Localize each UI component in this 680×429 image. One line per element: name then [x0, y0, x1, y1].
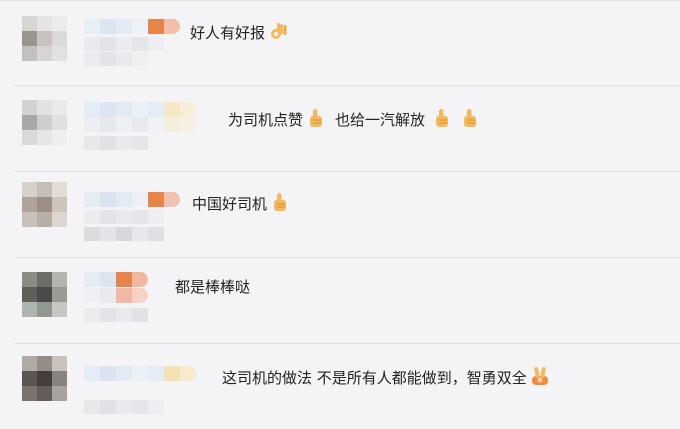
comment-text: 中国好司机 — [192, 191, 291, 214]
meta-blurred — [84, 400, 164, 414]
comment-text: 这司机的做法 不是所有人都能做到，智勇双全 — [222, 365, 551, 388]
thumbs-up-icon — [310, 109, 323, 127]
comment-body: 这司机的做法 不是所有人都能做到，智勇双全 — [222, 369, 527, 387]
ok-hand-icon — [271, 23, 287, 39]
comment-item: 都是棒棒哒 — [0, 258, 680, 344]
comment-item: 中国好司机 — [0, 172, 680, 258]
comment-body: 好人有好报 — [190, 24, 266, 42]
avatar[interactable] — [22, 356, 67, 401]
comment-body: 为司机点赞 — [228, 111, 304, 129]
comment-item: 好人有好报 — [0, 0, 680, 86]
comment-item: 为司机点赞 也给一汽解放 — [0, 86, 680, 172]
thumbs-up-icon — [464, 109, 477, 127]
thumbs-up-icon — [436, 109, 449, 127]
victory-hand-icon — [531, 367, 548, 385]
meta-blurred — [84, 37, 164, 51]
username-blurred[interactable] — [84, 102, 196, 117]
comment-body: 中国好司机 — [192, 195, 268, 213]
meta-blurred — [84, 52, 148, 66]
thumbs-up-icon — [274, 193, 287, 211]
avatar[interactable] — [22, 182, 67, 227]
avatar[interactable] — [22, 100, 67, 145]
meta-blurred — [84, 210, 164, 224]
avatar[interactable] — [22, 16, 67, 61]
username-blurred — [84, 288, 148, 303]
username-blurred[interactable] — [84, 192, 180, 207]
comment-body-suffix: 也给一汽解放 — [335, 111, 426, 129]
meta-blurred — [84, 227, 164, 241]
meta-blurred — [84, 308, 148, 322]
meta-blurred — [84, 136, 148, 150]
comment-text: 好人有好报 — [190, 20, 289, 43]
comment-text: 为司机点赞 也给一汽解放 — [228, 107, 481, 130]
comment-text: 都是棒棒哒 — [175, 277, 250, 297]
comment-item: 这司机的做法 不是所有人都能做到，智勇双全 — [0, 344, 680, 429]
username-blurred — [84, 117, 196, 132]
username-blurred[interactable] — [84, 19, 180, 34]
comment-body: 都是棒棒哒 — [175, 278, 251, 296]
avatar[interactable] — [22, 272, 67, 317]
username-blurred[interactable] — [84, 272, 148, 287]
username-blurred[interactable] — [84, 366, 196, 381]
